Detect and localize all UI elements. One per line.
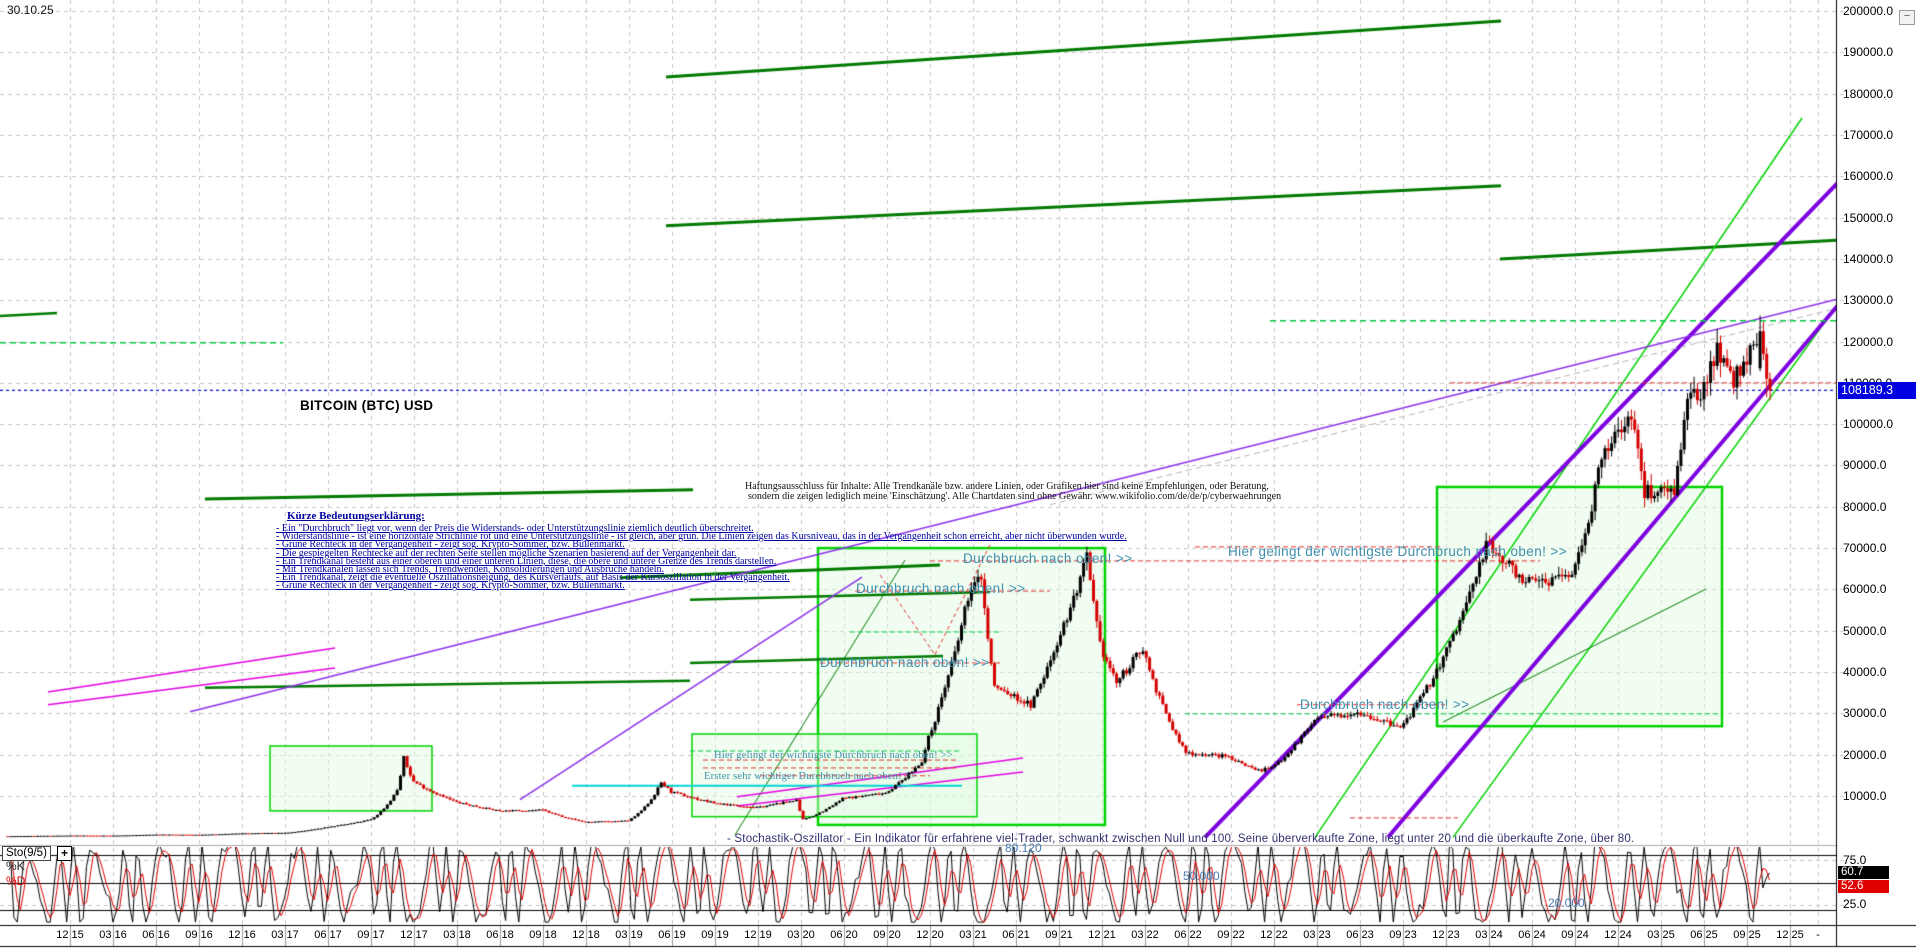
- x-axis-tick-label: 09 19: [701, 929, 729, 941]
- y-axis-tick-label: 10000.0: [1843, 789, 1886, 803]
- chart-title: BITCOIN (BTC) USD: [300, 398, 433, 413]
- x-axis-tick-label: 03 22: [1131, 929, 1159, 941]
- y-axis-tick-label: 40000.0: [1843, 665, 1886, 679]
- disclaimer-line-2: sondern die zeigen lediglich meine 'Eins…: [748, 491, 1281, 502]
- y-axis-tick-label: 30000.0: [1843, 706, 1886, 720]
- x-axis-tick-label: 06 23: [1346, 929, 1374, 941]
- x-axis-tick-label: 03 21: [959, 929, 987, 941]
- legend-line: - Grüne Rechteck in der Vergangenheit - …: [276, 582, 625, 590]
- y-axis-tick-label: 200000.0: [1843, 4, 1893, 18]
- x-axis-tick-label: 12 20: [916, 929, 944, 941]
- y-axis-tick-label: 190000.0: [1843, 45, 1893, 59]
- oscillator-description: - Stochastik-Oszillator - Ein Indikator …: [727, 833, 1634, 845]
- x-axis-tick-label: 12 15: [56, 929, 84, 941]
- x-axis-tick-label: 09 18: [529, 929, 557, 941]
- chart-annotation[interactable]: Durchbruch nach oben! >>: [856, 581, 1025, 596]
- x-axis-tick-label: 09 21: [1045, 929, 1073, 941]
- collapse-button[interactable]: −: [1899, 10, 1915, 25]
- y-axis-tick-label: 60000.0: [1843, 582, 1886, 596]
- x-axis-tick-label: 03 24: [1475, 929, 1503, 941]
- y-axis-tick-label: 120000.0: [1843, 335, 1893, 349]
- x-axis-tick-label: 06 18: [486, 929, 514, 941]
- x-axis-tick-label: 12 17: [400, 929, 428, 941]
- x-axis-tick-label: 06 17: [314, 929, 342, 941]
- osc-level-label: 20.000: [1548, 896, 1585, 910]
- osc-tick-75: 75.0: [1843, 853, 1866, 867]
- x-axis-tick-label: 09 20: [873, 929, 901, 941]
- x-axis-tick-label: 06 16: [142, 929, 170, 941]
- chart-annotation[interactable]: Hier gelingt der wichtigste Durchbruch n…: [1228, 544, 1567, 559]
- x-axis-tick-label: 06 22: [1174, 929, 1202, 941]
- x-axis-tick-label: 06 24: [1518, 929, 1546, 941]
- y-axis-tick-label: 180000.0: [1843, 87, 1893, 101]
- y-axis-tick-label: 50000.0: [1843, 624, 1886, 638]
- chart-annotation[interactable]: Durchbruch nach oben! >>: [963, 551, 1132, 566]
- x-axis-tick-label: 03 16: [99, 929, 127, 941]
- osc-tick-25: 25.0: [1843, 897, 1866, 911]
- osc-level-label: 50.000: [1183, 869, 1220, 883]
- add-indicator-button[interactable]: +: [57, 846, 72, 861]
- x-axis-tick-label: 09 16: [185, 929, 213, 941]
- chart-canvas[interactable]: [0, 0, 1916, 948]
- x-axis-tick-label: 12 23: [1432, 929, 1460, 941]
- x-axis-tick-label: 06 25: [1690, 929, 1718, 941]
- x-axis-tick-label: 03 19: [615, 929, 643, 941]
- x-axis-tick-label: 03 23: [1303, 929, 1331, 941]
- chart-annotation[interactable]: Erster sehr wichtiger Durchbruch nach ob…: [704, 771, 917, 782]
- y-axis-tick-label: 170000.0: [1843, 128, 1893, 142]
- stochastic-k-label: %K: [6, 859, 25, 873]
- chart-annotation[interactable]: Durchbruch nach oben! >>: [1300, 697, 1469, 712]
- chart-annotation[interactable]: Durchbruch nach oben! >>: [820, 655, 989, 670]
- y-axis-tick-label: 100000.0: [1843, 417, 1893, 431]
- x-axis-tick-label: 12 19: [744, 929, 772, 941]
- y-axis-tick-label: 90000.0: [1843, 458, 1886, 472]
- y-axis-tick-label: 80000.0: [1843, 500, 1886, 514]
- y-axis-tick-label: 140000.0: [1843, 252, 1893, 266]
- stochastic-k-value: 60.7: [1838, 866, 1889, 879]
- legend-title: Kürze Bedeutungserklärung:: [287, 510, 425, 522]
- x-axis-tick-label: 12 22: [1260, 929, 1288, 941]
- x-axis-tick-label: 06 20: [830, 929, 858, 941]
- x-axis-tick-label: 03 20: [787, 929, 815, 941]
- y-axis-tick-label: 160000.0: [1843, 169, 1893, 183]
- x-axis-tick-label: 03 18: [443, 929, 471, 941]
- chart-date-label: 30.10.25: [7, 3, 54, 17]
- x-axis-tick-label: 09 24: [1561, 929, 1589, 941]
- y-axis-tick-label: 130000.0: [1843, 293, 1893, 307]
- x-axis-tick-label: 12 24: [1604, 929, 1632, 941]
- x-axis-tick-label: 12 25: [1776, 929, 1804, 941]
- y-axis-tick-label: 150000.0: [1843, 211, 1893, 225]
- x-axis-tick-label: 03 25: [1647, 929, 1675, 941]
- stochastic-d-label: %D: [6, 874, 25, 888]
- stochastic-d-value: 52.6: [1838, 880, 1889, 893]
- x-axis-tick-label: 06 19: [658, 929, 686, 941]
- chart-annotation[interactable]: Hier gelingt der wichtigste Durchbruch n…: [714, 750, 953, 761]
- x-axis-tick-label: 12 21: [1088, 929, 1116, 941]
- x-axis-tick-label: 12 16: [228, 929, 256, 941]
- x-axis-trailing-label: -: [1816, 929, 1820, 941]
- x-axis-tick-label: 06 21: [1002, 929, 1030, 941]
- x-axis-tick-label: 12 18: [572, 929, 600, 941]
- last-price-tag: 108189.3: [1838, 382, 1916, 399]
- btc-chart-window: 30.10.25 BITCOIN (BTC) USD − Haftungsaus…: [0, 0, 1916, 948]
- x-axis-tick-label: 09 22: [1217, 929, 1245, 941]
- y-axis-tick-label: 70000.0: [1843, 541, 1886, 555]
- y-axis-tick-label: 20000.0: [1843, 748, 1886, 762]
- x-axis-tick-label: 09 25: [1733, 929, 1761, 941]
- x-axis-tick-label: 09 23: [1389, 929, 1417, 941]
- x-axis-tick-label: 03 17: [271, 929, 299, 941]
- x-axis-tick-label: 09 17: [357, 929, 385, 941]
